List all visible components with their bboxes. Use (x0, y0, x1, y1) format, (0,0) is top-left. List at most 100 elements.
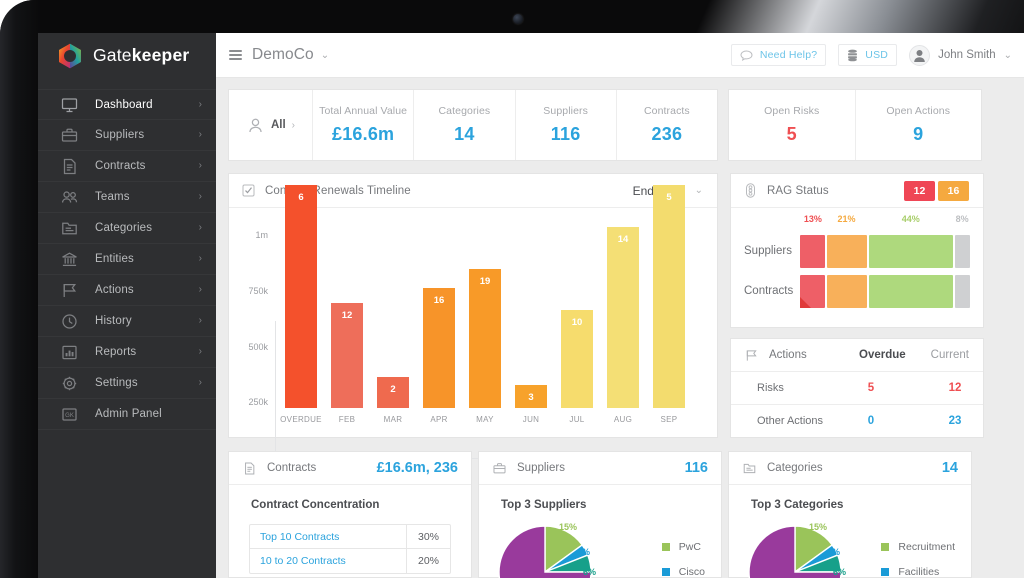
kpi-value: £16.6m (332, 124, 395, 144)
bar-group[interactable]: 14 (607, 227, 639, 408)
legend-item[interactable]: Recruitment (881, 534, 955, 559)
cc-row-name[interactable]: Top 10 Contracts (250, 531, 406, 543)
rag-row: Contracts (744, 272, 970, 310)
bezel-left-edge (0, 0, 40, 578)
bar[interactable]: 10 (561, 309, 593, 408)
bar-group[interactable]: 3 (515, 384, 547, 408)
sidebar-item-teams[interactable]: Teams › (38, 182, 216, 213)
user-name: John Smith (938, 49, 996, 61)
bar-data-label: 14 (617, 234, 629, 246)
card-title: Contracts (267, 462, 317, 474)
rag-badge[interactable]: 16 (938, 180, 969, 201)
bar[interactable]: 2 (377, 376, 409, 408)
bar-group[interactable]: 19 (469, 268, 501, 408)
kpi-scope-selector[interactable]: All › (229, 90, 313, 160)
legend-color-swatch (661, 567, 670, 576)
rag-badge[interactable]: 12 (904, 180, 935, 201)
sidebar-item-entities[interactable]: Entities › (38, 244, 216, 275)
cc-row-pct: 30% (406, 524, 450, 549)
sidebar-item-reports[interactable]: Reports › (38, 337, 216, 368)
sidebar-item-label: Settings (95, 377, 138, 389)
bar-group[interactable]: 5 (653, 185, 685, 408)
sidebar-item-dashboard[interactable]: Dashboard › (38, 89, 216, 120)
bar-group[interactable]: 16 (423, 287, 455, 408)
rag-bar (800, 234, 970, 268)
legend-item[interactable]: PwC (661, 534, 705, 559)
main-content: DemoCo ⌄ Need Help? USD John Smith ⌄ All… (216, 33, 1024, 578)
legend-item[interactable]: Cisco (661, 559, 705, 578)
hamburger-menu-icon[interactable] (229, 47, 242, 62)
sidebar-item-categories[interactable]: Categories › (38, 213, 216, 244)
bar[interactable]: 3 (515, 384, 547, 408)
bar-group[interactable]: 12 (331, 303, 363, 408)
chevron-right-icon: › (198, 129, 202, 140)
pie-slice-label: 6% (833, 567, 847, 577)
table-row[interactable]: Risks 5 12 (731, 371, 983, 404)
sidebar-item-suppliers[interactable]: Suppliers › (38, 120, 216, 151)
rag-segment[interactable] (800, 234, 825, 268)
traffic-light-icon (746, 183, 755, 198)
sidebar: Gatekeeper Dashboard › Suppliers › Contr… (38, 33, 216, 578)
brand-name-bold: keeper (131, 45, 190, 65)
rag-segment[interactable] (868, 234, 953, 268)
bar-data-label: 3 (528, 391, 534, 403)
chevron-right-icon: › (198, 160, 202, 171)
sidebar-item-contracts[interactable]: Contracts › (38, 151, 216, 182)
bar[interactable]: 5 (653, 185, 685, 408)
card-title: RAG Status (767, 184, 829, 197)
pie-slice-label: 6% (583, 567, 597, 577)
bar[interactable]: 19 (469, 268, 501, 408)
rag-row-label: Contracts (744, 285, 794, 297)
rag-segment[interactable] (954, 274, 970, 308)
kpi-label: Suppliers (543, 105, 588, 117)
cc-row-name[interactable]: 10 to 20 Contracts (250, 555, 406, 567)
bar[interactable]: 12 (331, 303, 363, 408)
monitor-icon (60, 95, 79, 114)
rag-segment[interactable] (868, 274, 953, 308)
kpi-row: All › Total Annual Value £16.6m Categori… (228, 89, 982, 161)
need-help-button[interactable]: Need Help? (730, 44, 827, 66)
sidebar-item-label: Suppliers (95, 129, 145, 141)
kpi-open-risks: Open Risks 5 (729, 90, 856, 160)
sidebar-item-history[interactable]: History › (38, 306, 216, 337)
chevron-down-icon[interactable]: ⌄ (321, 50, 329, 61)
pie-graphic: 15% 4% 6% (743, 520, 865, 578)
table-row[interactable]: 10 to 20 Contracts 20% (250, 549, 450, 573)
svg-text:GK: GK (65, 413, 74, 419)
user-menu[interactable]: John Smith ⌄ (909, 44, 1012, 66)
rag-segment[interactable] (800, 274, 825, 308)
bar[interactable]: 14 (607, 227, 639, 408)
categories-summary-card: Categories 14 Top 3 Categories 15% 4% 6% R… (728, 451, 972, 578)
bar[interactable]: 16 (423, 287, 455, 408)
sidebar-item-admin-panel[interactable]: GK Admin Panel (38, 399, 216, 430)
sidebar-item-settings[interactable]: Settings › (38, 368, 216, 399)
bar-data-label: 10 (571, 316, 583, 328)
checkbox-checked-icon[interactable] (242, 184, 255, 197)
rag-percent-label: 44% (901, 214, 920, 224)
table-row[interactable]: Other Actions 0 23 (731, 404, 983, 437)
table-row[interactable]: Top 10 Contracts 30% (250, 524, 450, 549)
card-subtitle: Top 3 Categories (751, 499, 844, 511)
rag-body: 13% 21% 44% 8% Suppliers Contracts (731, 208, 983, 310)
bar-chart: 0k250k500k750k1m 6OVERDUE12FEB2MAR16APR1… (229, 185, 717, 463)
sidebar-item-label: History (95, 315, 132, 327)
brand-logo[interactable]: Gatekeeper (38, 33, 216, 78)
bar-group[interactable]: 2 (377, 376, 409, 408)
cc-row-pct: 20% (406, 549, 450, 573)
rag-segment[interactable] (826, 234, 867, 268)
bar[interactable]: 6 (285, 185, 317, 408)
company-name[interactable]: DemoCo (252, 46, 314, 64)
bar-group[interactable]: 10 (561, 309, 593, 408)
kpi-value: 5 (786, 124, 797, 144)
topbar: DemoCo ⌄ Need Help? USD John Smith ⌄ (216, 33, 1024, 78)
currency-selector[interactable]: USD (838, 44, 898, 66)
rag-bar (800, 274, 970, 308)
sidebar-item-actions[interactable]: Actions › (38, 275, 216, 306)
legend-item[interactable]: Facilities (881, 559, 955, 578)
rag-segment[interactable] (826, 274, 867, 308)
bar-group[interactable]: 6 (285, 185, 317, 408)
bank-icon (60, 250, 79, 269)
currency-label: USD (865, 49, 889, 61)
rag-segment[interactable] (954, 234, 970, 268)
briefcase-icon (493, 462, 506, 473)
